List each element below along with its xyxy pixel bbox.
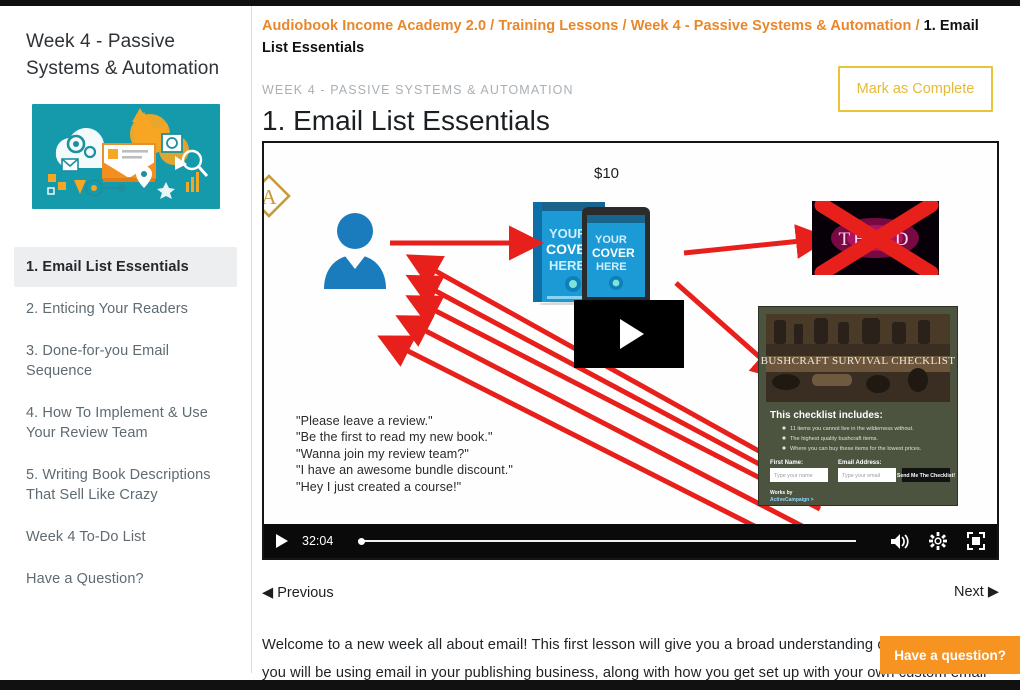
play-button[interactable] bbox=[276, 534, 288, 548]
breadcrumb-separator: / bbox=[622, 18, 627, 34]
review-request-quotes: "Please leave a review." "Be the first t… bbox=[296, 413, 513, 495]
next-label: Next bbox=[953, 584, 984, 600]
seek-handle[interactable] bbox=[358, 537, 365, 545]
video-controls: 32:04 bbox=[264, 524, 997, 558]
svg-text:Where you can buy these items: Where you can buy these items for the lo… bbox=[790, 446, 922, 452]
svg-text:This checklist includes:: This checklist includes: bbox=[770, 410, 883, 421]
quote-2: "Be the first to read my new book." bbox=[296, 430, 493, 445]
settings-gear-icon[interactable] bbox=[929, 532, 947, 550]
volume-icon[interactable] bbox=[890, 533, 909, 550]
video-player[interactable]: A $10 YOUR COVER HERE YOUR COVER HERE BU… bbox=[262, 141, 999, 560]
previous-lesson-link[interactable]: ◀ Previous bbox=[262, 585, 334, 601]
quote-1: "Please leave a review." bbox=[296, 414, 433, 428]
breadcrumb-item-training[interactable]: Training Lessons bbox=[498, 18, 618, 34]
breadcrumb-separator: / bbox=[490, 18, 495, 34]
play-triangle-icon bbox=[620, 319, 644, 349]
video-preview-play-button[interactable] bbox=[574, 300, 684, 368]
sidebar-item-todo[interactable]: Week 4 To-Do List bbox=[14, 517, 237, 557]
seek-track bbox=[358, 540, 856, 542]
quote-3: "Wanna join my review team?" bbox=[296, 446, 469, 461]
sidebar-item-1[interactable]: 1. Email List Essentials bbox=[14, 247, 237, 287]
video-time: 32:04 bbox=[302, 534, 334, 548]
optin-form-mockup: BUSHCRAFT SURVIVAL CHECKLIST This checkl… bbox=[758, 306, 958, 506]
svg-text:The highest quality bushcraft: The highest quality bushcraft items. bbox=[790, 436, 878, 442]
course-sidebar: Week 4 - Passive Systems & Automation 1.… bbox=[0, 6, 252, 673]
course-lesson-page: Week 4 - Passive Systems & Automation 1.… bbox=[0, 0, 1020, 690]
svg-text:Send Me The Checklist!: Send Me The Checklist! bbox=[897, 473, 956, 479]
crossed-out-item: THIRD bbox=[812, 201, 939, 275]
quote-4: "I have an awesome bundle discount." bbox=[296, 463, 513, 478]
breadcrumb-item-week[interactable]: Week 4 - Passive Systems & Automation bbox=[631, 18, 912, 34]
lesson-list: 1. Email List Essentials 2. Enticing You… bbox=[14, 247, 237, 599]
mark-as-complete-button[interactable]: Mark as Complete bbox=[838, 66, 993, 112]
sidebar-module-title: Week 4 - Passive Systems & Automation bbox=[26, 31, 220, 79]
breadcrumb-separator: / bbox=[915, 18, 920, 34]
svg-text:Type your email: Type your email bbox=[842, 473, 880, 479]
have-a-question-tab[interactable]: Have a question? bbox=[880, 636, 1020, 674]
next-lesson-link[interactable]: Next ▶ bbox=[954, 584, 999, 600]
svg-text:Works by: Works by bbox=[770, 490, 793, 496]
sidebar-item-4[interactable]: 4. How To Implement & Use Your Review Te… bbox=[14, 393, 237, 453]
sidebar-item-5[interactable]: 5. Writing Book Descriptions That Sell L… bbox=[14, 455, 237, 515]
svg-text:11 items you cannot live in th: 11 items you cannot live in the wilderne… bbox=[790, 426, 914, 432]
sidebar-item-2[interactable]: 2. Enticing Your Readers bbox=[14, 289, 237, 329]
fullscreen-icon[interactable] bbox=[967, 532, 985, 550]
lesson-pagination: ◀ Previous Next ▶ bbox=[262, 584, 999, 602]
svg-text:BUSHCRAFT SURVIVAL CHECKLIST: BUSHCRAFT SURVIVAL CHECKLIST bbox=[761, 355, 956, 367]
lesson-main: Audiobook Income Academy 2.0 / Training … bbox=[253, 6, 1020, 690]
video-poster-frame[interactable]: A $10 YOUR COVER HERE YOUR COVER HERE BU… bbox=[264, 143, 997, 524]
svg-text:Email Address:: Email Address: bbox=[838, 460, 881, 466]
svg-text:ActiveCampaign >: ActiveCampaign > bbox=[770, 497, 814, 503]
sidebar-module-thumbnail bbox=[32, 104, 220, 209]
sidebar-item-3[interactable]: 3. Done-for-you Email Sequence bbox=[14, 331, 237, 391]
quote-5: "Hey I just created a course!" bbox=[296, 479, 462, 494]
breadcrumb: Audiobook Income Academy 2.0 / Training … bbox=[253, 6, 1020, 59]
sidebar-item-question[interactable]: Have a Question? bbox=[14, 559, 237, 599]
lesson-header: WEEK 4 - PASSIVE SYSTEMS & AUTOMATION 1.… bbox=[253, 59, 1020, 139]
breadcrumb-item-course[interactable]: Audiobook Income Academy 2.0 bbox=[262, 18, 486, 34]
svg-text:First Name:: First Name: bbox=[770, 460, 803, 466]
browser-bottom-bar bbox=[0, 680, 1020, 690]
svg-text:Type your name: Type your name bbox=[774, 473, 813, 479]
email-automation-illustration bbox=[47, 108, 209, 199]
seek-bar[interactable] bbox=[358, 534, 856, 548]
previous-label: Previous bbox=[277, 585, 334, 601]
